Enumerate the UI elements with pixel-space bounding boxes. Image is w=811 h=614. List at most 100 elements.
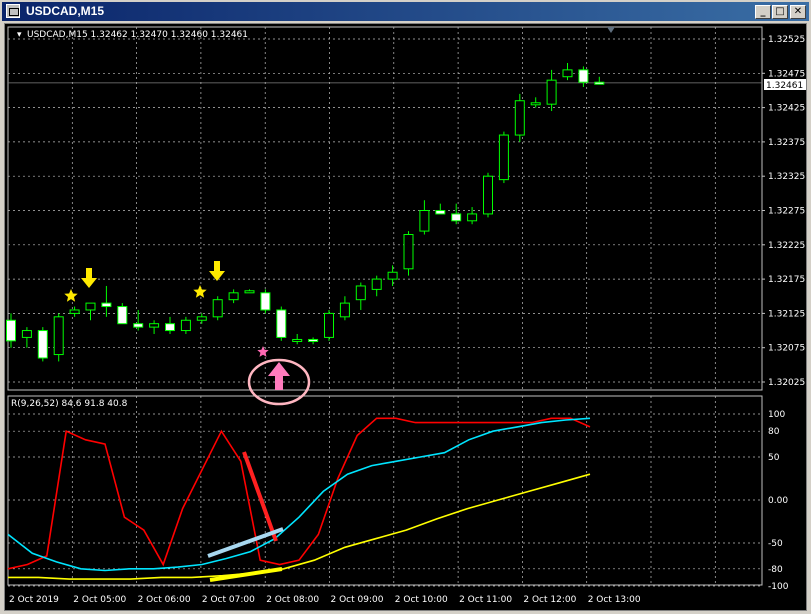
star-yellow-icon bbox=[193, 285, 207, 298]
candle bbox=[498, 131, 509, 184]
indicator-tick-label: 100 bbox=[768, 410, 785, 420]
candle-body bbox=[117, 306, 128, 325]
price-tick-label: 1.32125 bbox=[768, 309, 805, 319]
candle-body bbox=[133, 323, 144, 328]
indicator-line-yellow bbox=[8, 473, 591, 580]
candle-body bbox=[483, 175, 493, 215]
candle-body bbox=[69, 309, 80, 314]
indicator-lines bbox=[7, 417, 591, 580]
time-tick-label: 2 Oct 08:00 bbox=[266, 595, 319, 605]
candle bbox=[180, 316, 191, 334]
info-triangle-icon[interactable]: ▾ bbox=[17, 30, 22, 40]
candle bbox=[339, 296, 350, 321]
price-tick-label: 1.32475 bbox=[768, 69, 805, 79]
indicator-tick-label: 0.00 bbox=[768, 496, 788, 506]
candle bbox=[212, 296, 223, 321]
candle bbox=[101, 285, 112, 317]
candle bbox=[562, 63, 573, 81]
candle-body bbox=[546, 79, 557, 105]
title-bar[interactable]: USDCAD,M15 _ □ ✕ bbox=[2, 2, 809, 21]
candle bbox=[21, 327, 32, 348]
time-tick-label: 2 Oct 2019 bbox=[9, 595, 59, 605]
candle bbox=[244, 289, 255, 294]
candle-body bbox=[53, 316, 64, 356]
minimize-button[interactable]: _ bbox=[755, 5, 771, 19]
candle bbox=[117, 303, 128, 325]
time-tick-label: 2 Oct 09:00 bbox=[331, 595, 384, 605]
candle-body bbox=[594, 81, 605, 85]
candle bbox=[292, 333, 303, 345]
annotation-yellow-line bbox=[209, 567, 283, 582]
candle bbox=[514, 93, 525, 142]
indicator-line-red bbox=[7, 417, 591, 570]
indicator-tick-label: -50 bbox=[768, 539, 783, 549]
down-arrow-icon bbox=[209, 261, 225, 281]
chart-canvas[interactable]: 1.32525 1.32475 1.32425 1.32375 1.32325 1.322… bbox=[5, 24, 806, 610]
price-tick-label: 1.32225 bbox=[768, 241, 805, 251]
candle-body bbox=[467, 213, 478, 222]
candle bbox=[546, 69, 557, 112]
up-arrow-icon bbox=[268, 362, 290, 390]
candle-body bbox=[165, 323, 175, 332]
candle bbox=[387, 265, 398, 286]
candle-body bbox=[21, 330, 32, 338]
indicator-panel-frame bbox=[7, 395, 763, 586]
candle-body bbox=[292, 338, 303, 342]
indicator-tick-label: -100 bbox=[768, 582, 789, 592]
candle-body bbox=[228, 292, 239, 301]
current-price-label: 1.32461 bbox=[766, 81, 803, 91]
candle bbox=[451, 203, 462, 225]
candle bbox=[371, 275, 382, 297]
candle bbox=[133, 309, 144, 331]
indicator-tick-label: 80 bbox=[768, 427, 780, 437]
candle-body bbox=[530, 102, 541, 106]
candle bbox=[165, 316, 175, 334]
current-price-tag: 1.32461 bbox=[764, 79, 806, 91]
time-tick-label: 2 Oct 06:00 bbox=[138, 595, 191, 605]
candle-body bbox=[498, 134, 509, 181]
time-tick-label: 2 Oct 05:00 bbox=[73, 595, 126, 605]
window-icon[interactable] bbox=[6, 4, 20, 18]
close-button[interactable]: ✕ bbox=[790, 5, 806, 19]
candle-body bbox=[324, 312, 334, 338]
candle-body bbox=[180, 319, 191, 332]
candle bbox=[228, 289, 239, 304]
price-tick-label: 1.32275 bbox=[768, 207, 805, 217]
annotation-red-line bbox=[242, 451, 278, 542]
price-tick-label: 1.32075 bbox=[768, 344, 805, 354]
candle bbox=[435, 203, 446, 215]
candle bbox=[419, 200, 430, 235]
time-tick-label: 2 Oct 12:00 bbox=[523, 595, 576, 605]
down-arrow-icon bbox=[81, 268, 97, 288]
chart-shift-marker-icon[interactable] bbox=[607, 27, 615, 33]
window-title: USDCAD,M15 bbox=[26, 4, 105, 18]
candle bbox=[355, 282, 366, 310]
candle-body bbox=[514, 100, 525, 136]
chart-area[interactable]: 1.32525 1.32475 1.32425 1.32375 1.32325 1.322… bbox=[4, 23, 807, 611]
indicator-line-cyan bbox=[7, 417, 591, 572]
candle bbox=[69, 306, 80, 317]
time-tick-label: 2 Oct 07:00 bbox=[202, 595, 255, 605]
candle-body bbox=[260, 292, 271, 311]
time-tick-label: 2 Oct 11:00 bbox=[459, 595, 512, 605]
maximize-button[interactable]: □ bbox=[772, 5, 788, 19]
annotations bbox=[64, 261, 311, 582]
candle bbox=[467, 207, 478, 225]
candle-body bbox=[387, 271, 398, 280]
price-tick-label: 1.32525 bbox=[768, 35, 805, 45]
indicator-label: R(9,26,52) 84.6 91.8 40.8 bbox=[11, 399, 128, 409]
candle-body bbox=[244, 290, 255, 294]
indicator-tick-label: -80 bbox=[768, 565, 783, 575]
candle-body bbox=[419, 210, 430, 232]
candle bbox=[260, 289, 271, 314]
price-tick-label: 1.32175 bbox=[768, 275, 805, 285]
chart-window: USDCAD,M15 _ □ ✕ 1.32525 1.32475 1.32425 1.… bbox=[0, 0, 811, 614]
candle bbox=[53, 313, 64, 362]
candle bbox=[149, 320, 160, 334]
time-tick-label: 2 Oct 10:00 bbox=[395, 595, 448, 605]
price-tick-label: 1.32325 bbox=[768, 172, 805, 182]
candle bbox=[594, 76, 605, 85]
candle bbox=[324, 309, 334, 341]
price-tick-label: 1.32425 bbox=[768, 104, 805, 114]
indicator-tick-label: 50 bbox=[768, 453, 780, 463]
